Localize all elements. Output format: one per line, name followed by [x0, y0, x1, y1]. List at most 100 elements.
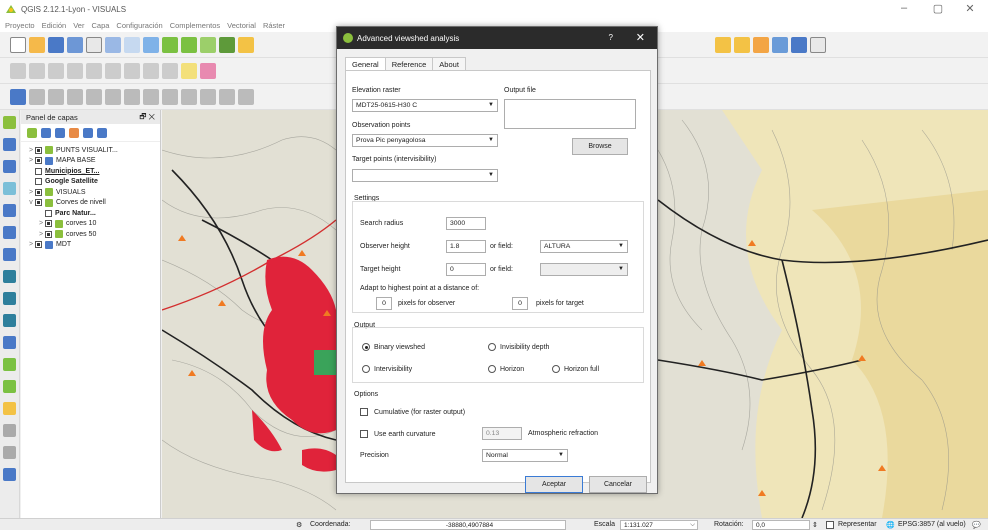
layer-visibility-checkbox[interactable]: [45, 230, 52, 238]
copy-icon[interactable]: [143, 62, 159, 79]
earth-curvature-checkbox[interactable]: [360, 430, 368, 438]
expand-chevron-icon[interactable]: >: [37, 220, 45, 227]
add-delimited-text-icon[interactable]: [3, 336, 16, 349]
cut-icon[interactable]: [124, 62, 140, 79]
browse-button[interactable]: Browse: [572, 138, 628, 155]
label-pin-icon[interactable]: [200, 62, 216, 79]
observer-height-field[interactable]: 1.8: [446, 240, 486, 253]
layer-row[interactable]: > corves 50: [21, 229, 160, 240]
horizon-radio[interactable]: [488, 365, 496, 373]
add-mssql-layer-icon[interactable]: [3, 204, 16, 217]
scale-combo[interactable]: 1:131.027 ⌵: [620, 520, 698, 530]
ok-button[interactable]: Aceptar: [525, 476, 583, 493]
layer-visibility-checkbox[interactable]: [35, 157, 42, 165]
binary-viewshed-radio[interactable]: [362, 343, 370, 351]
close-window-icon[interactable]: ✕: [960, 2, 980, 15]
simplify-icon[interactable]: [67, 88, 83, 105]
layer-row[interactable]: Parc Natur...: [21, 208, 160, 219]
menu-configuracion[interactable]: Configuración: [116, 21, 162, 30]
whats-this-icon[interactable]: [810, 36, 826, 53]
zoom-scale-icon[interactable]: [200, 36, 216, 53]
merge-icon[interactable]: [219, 88, 235, 105]
split-icon[interactable]: [200, 88, 216, 105]
coordinate-field[interactable]: -38880,4907884: [370, 520, 566, 530]
rotation-field[interactable]: 0,0: [752, 520, 810, 530]
layer-row[interactable]: > MAPA BASE: [21, 156, 160, 167]
crs-label[interactable]: EPSG:3857 (al vuelo): [898, 521, 966, 528]
annotation-icon[interactable]: [772, 36, 788, 53]
cumulative-checkbox[interactable]: [360, 408, 368, 416]
menu-proyecto[interactable]: Proyecto: [5, 21, 35, 30]
add-group-icon[interactable]: [41, 127, 51, 138]
measure-icon[interactable]: [753, 36, 769, 53]
rotate-icon[interactable]: [238, 88, 254, 105]
minimize-icon[interactable]: –: [894, 2, 914, 14]
layer-row[interactable]: > corves 10: [21, 219, 160, 230]
add-wms-layer-icon[interactable]: [3, 270, 16, 283]
layer-row[interactable]: > MDT: [21, 240, 160, 251]
expand-chevron-icon[interactable]: >: [27, 147, 35, 154]
panel-float-close-icon[interactable]: 🗗 ✕: [139, 111, 155, 124]
render-checkbox[interactable]: [826, 521, 834, 529]
add-ring-icon[interactable]: [86, 88, 102, 105]
dialog-close-button[interactable]: ✕: [636, 31, 645, 44]
edit-save-icon[interactable]: [29, 62, 45, 79]
add-oracle-layer-icon[interactable]: [3, 226, 16, 239]
pan-icon[interactable]: [124, 36, 140, 53]
node-tool-icon[interactable]: [86, 62, 102, 79]
delete-ring-icon[interactable]: [143, 88, 159, 105]
add-raster-layer-icon[interactable]: [3, 138, 16, 151]
new-spatialite-icon[interactable]: [3, 380, 16, 393]
layer-visibility-checkbox[interactable]: [35, 188, 42, 196]
output-file-field[interactable]: [504, 99, 636, 129]
tab-reference[interactable]: Reference: [384, 57, 434, 70]
menu-complementos[interactable]: Complementos: [170, 21, 220, 30]
save-project-icon[interactable]: [48, 36, 64, 53]
observer-field-combo[interactable]: ALTURA ▼: [540, 240, 628, 253]
expand-chevron-icon[interactable]: >: [27, 157, 35, 164]
zoom-out-icon[interactable]: [181, 36, 197, 53]
layer-visibility-checkbox[interactable]: [45, 220, 52, 228]
observation-points-combo[interactable]: Prova Pic penyagolosa ▼: [352, 134, 498, 147]
precision-combo[interactable]: Normal ▼: [482, 449, 568, 462]
pixels-target-field[interactable]: 0: [512, 297, 528, 310]
filter-expression-icon[interactable]: [69, 127, 79, 138]
add-plugin-icon[interactable]: [3, 424, 16, 437]
composer-manager-icon[interactable]: [105, 36, 121, 53]
layer-row[interactable]: v Corves de nivell: [21, 198, 160, 209]
tab-about[interactable]: About: [432, 57, 466, 70]
target-points-combo[interactable]: ▼: [352, 169, 498, 182]
offset-curve-icon[interactable]: [181, 88, 197, 105]
horizon-full-radio[interactable]: [552, 365, 560, 373]
layer-row[interactable]: Google Satellite: [21, 177, 160, 188]
crs-globe-icon[interactable]: 🌐: [886, 521, 895, 529]
add-wcs-layer-icon[interactable]: [3, 292, 16, 305]
refraction-field[interactable]: 0.13: [482, 427, 522, 440]
delete-selected-icon[interactable]: [105, 62, 121, 79]
cancel-button[interactable]: Cancelar: [589, 476, 647, 493]
filter-legend-icon[interactable]: [55, 127, 65, 138]
expand-chevron-icon[interactable]: >: [27, 241, 35, 248]
layer-visibility-checkbox[interactable]: [35, 178, 42, 186]
invisibility-depth-radio[interactable]: [488, 343, 496, 351]
expand-chevron-icon[interactable]: v: [27, 199, 35, 206]
pan-to-selection-icon[interactable]: [143, 36, 159, 53]
redo-icon[interactable]: [48, 88, 64, 105]
paste-icon[interactable]: [162, 62, 178, 79]
messages-icon[interactable]: 💬: [972, 521, 981, 529]
search-radius-field[interactable]: 3000: [446, 217, 486, 230]
add-wfs-layer-icon[interactable]: [3, 314, 16, 327]
label-icon[interactable]: [181, 62, 197, 79]
new-project-icon[interactable]: [10, 36, 26, 53]
undo-icon[interactable]: [29, 88, 45, 105]
edit-pencil-icon[interactable]: [10, 62, 26, 79]
layer-visibility-checkbox[interactable]: [35, 167, 42, 175]
layer-row[interactable]: Municipios_ET...: [21, 166, 160, 177]
layer-row[interactable]: > VISUALS: [21, 187, 160, 198]
menu-edicion[interactable]: Edición: [42, 21, 67, 30]
expand-chevron-icon[interactable]: >: [27, 189, 35, 196]
add-db2-layer-icon[interactable]: [3, 248, 16, 261]
new-gpx-icon[interactable]: [3, 402, 16, 415]
fill-ring-icon[interactable]: [124, 88, 140, 105]
open-project-icon[interactable]: [29, 36, 45, 53]
